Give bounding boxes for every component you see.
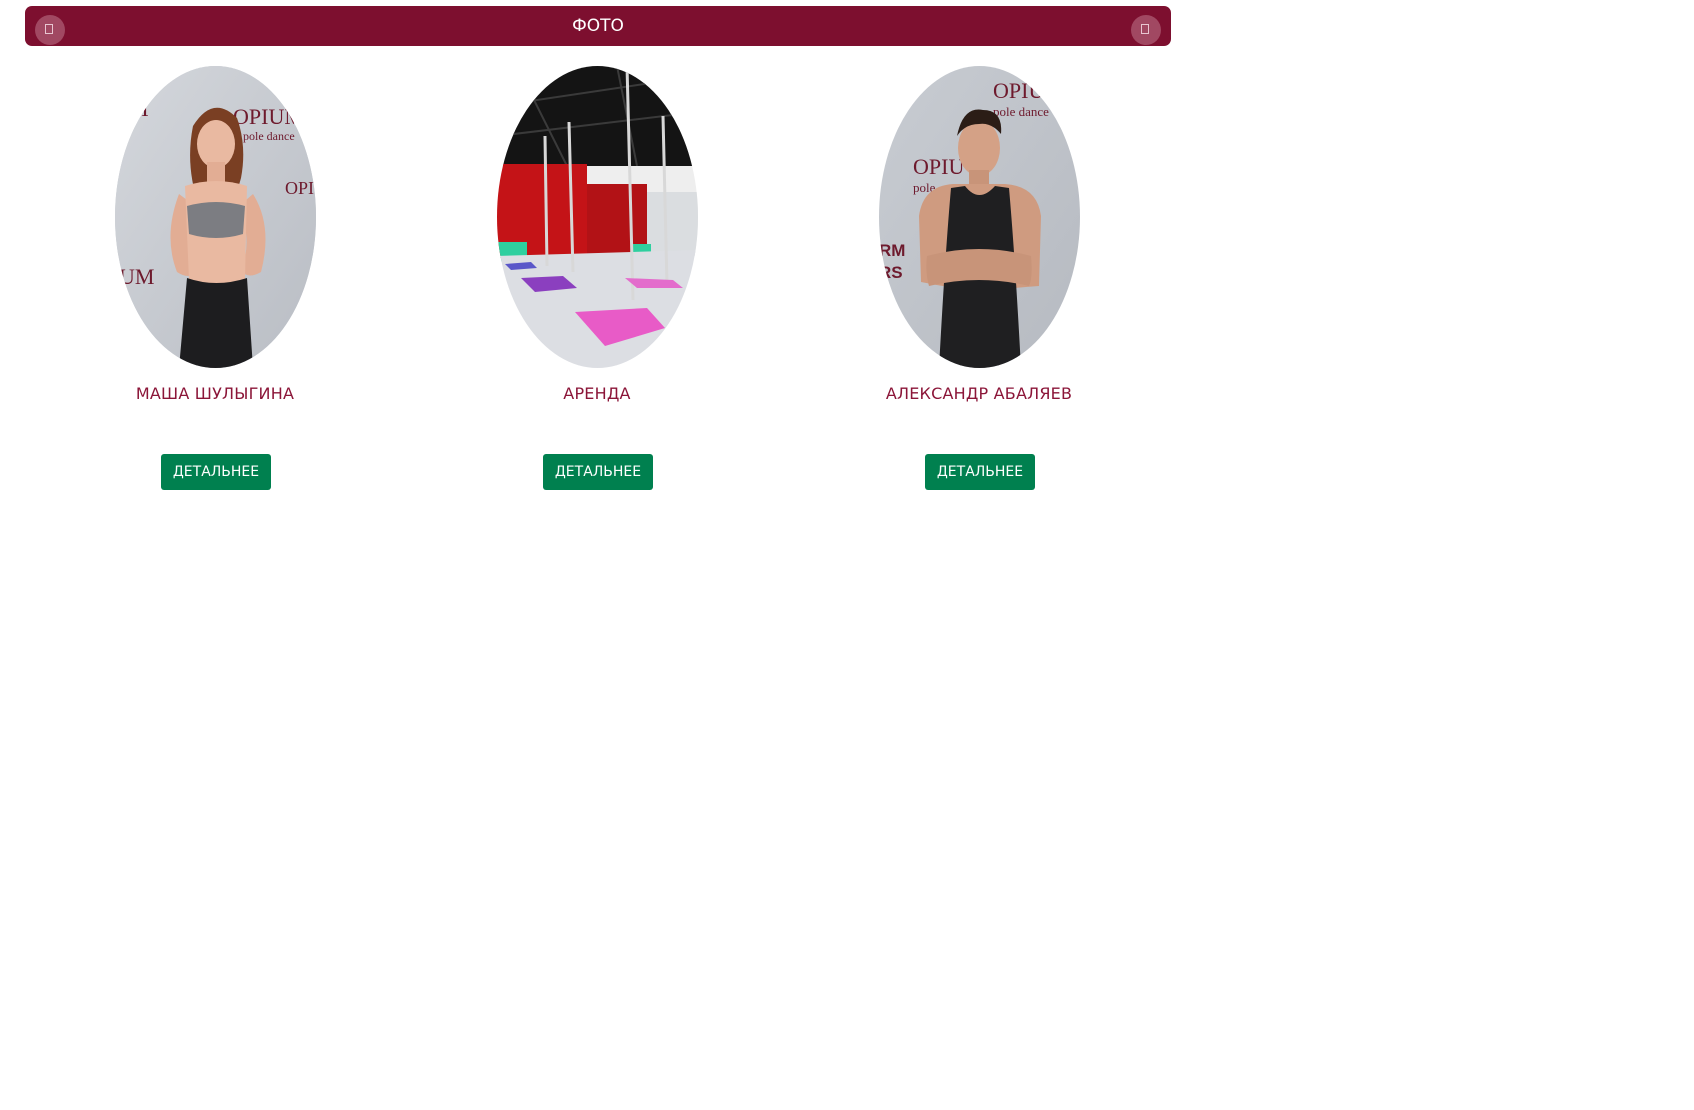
logo-text: RM (879, 241, 905, 260)
next-slide-button[interactable] (1131, 15, 1161, 45)
studio-hall-photo (497, 66, 698, 368)
portrait-photo: OPIUM pole dance OPIU pole RM RS (879, 66, 1080, 368)
page: ФОТО M OPIUM pole dance OPIU UM (0, 0, 1694, 1110)
details-button[interactable]: ДЕТАЛЬНЕЕ (543, 454, 653, 490)
logo-text: RS (879, 263, 903, 282)
logo-text: M (129, 96, 149, 121)
card-photo[interactable]: M OPIUM pole dance OPIU UM (115, 66, 316, 368)
details-button[interactable]: ДЕТАЛЬНЕЕ (161, 454, 271, 490)
card-name[interactable]: МАША ШУЛЫГИНА (24, 384, 406, 403)
section-title: ФОТО (572, 16, 624, 36)
logo-text: OPIUM (993, 78, 1064, 103)
details-button[interactable]: ДЕТАЛЬНЕЕ (925, 454, 1035, 490)
trainer-card: OPIUM pole dance OPIU pole RM RS АЛЕКСАН… (788, 66, 1170, 496)
card-photo[interactable]: OPIUM pole dance OPIU pole RM RS (879, 66, 1080, 368)
logo-text: OPIU (285, 178, 316, 198)
logo-text: OPIUM (233, 104, 304, 129)
card-photo[interactable] (497, 66, 698, 368)
logo-text: OPIU (913, 154, 964, 179)
trainer-card: M OPIUM pole dance OPIU UM (24, 66, 406, 496)
logo-text: UM (119, 264, 154, 289)
card-name[interactable]: АРЕНДА (406, 384, 788, 403)
logo-text: pole dance (993, 104, 1049, 119)
trainer-card: АРЕНДА ДЕТАЛЬНЕЕ (406, 66, 788, 496)
logo-text: pole dance (243, 129, 295, 143)
photo-section-header: ФОТО (25, 6, 1171, 46)
portrait-photo: M OPIUM pole dance OPIU UM (115, 66, 316, 368)
card-name[interactable]: АЛЕКСАНДР АБАЛЯЕВ (788, 384, 1170, 403)
chevron-right-icon (1141, 24, 1149, 34)
